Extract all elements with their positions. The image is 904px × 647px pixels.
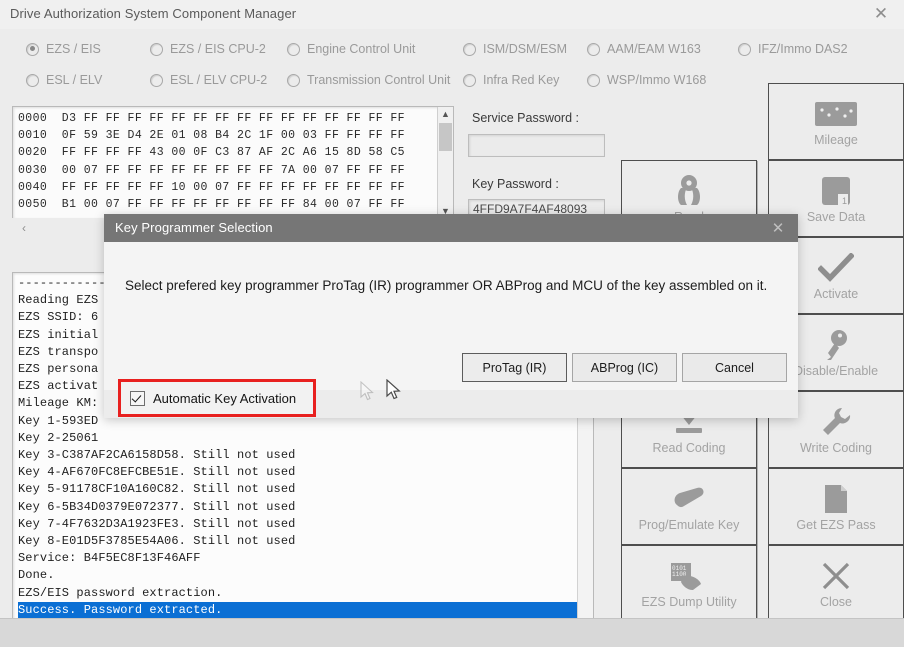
button-label: Mileage xyxy=(814,132,858,147)
log-highlighted-line: Success. Password extracted. xyxy=(18,601,586,620)
button-label: Disable/Enable xyxy=(793,363,879,378)
svg-text:1: 1 xyxy=(842,196,847,206)
scrollbar-thumb[interactable] xyxy=(439,123,452,151)
wrench-icon xyxy=(818,405,854,439)
car-key-icon xyxy=(670,482,708,516)
radio-transmission-control-unit[interactable]: Transmission Control Unit xyxy=(287,73,450,87)
floppy-disk-icon: 1 xyxy=(820,174,852,208)
checkbox-label: Automatic Key Activation xyxy=(153,390,297,406)
close-icon[interactable]: ✕ xyxy=(766,217,790,239)
key-password-label: Key Password : xyxy=(472,177,559,191)
hex-vertical-scrollbar[interactable]: ▲ ▼ xyxy=(437,107,453,218)
hex-dump-lines: 0000 D3 FF FF FF FF FF FF FF FF FF FF FF… xyxy=(18,112,405,212)
radio-engine-control-unit[interactable]: Engine Control Unit xyxy=(287,42,415,56)
service-password-label: Service Password : xyxy=(472,111,579,125)
radio-indicator xyxy=(150,42,163,56)
page-title: Drive Authorization System Component Man… xyxy=(10,6,297,21)
mouse-cursor-ghost xyxy=(360,380,374,406)
radio-esl-elv-cpu2[interactable]: ESL / ELV CPU-2 xyxy=(150,73,267,87)
radio-label: EZS / EIS CPU-2 xyxy=(170,42,266,56)
cancel-button[interactable]: Cancel xyxy=(682,353,787,382)
radio-indicator xyxy=(287,42,300,56)
automatic-key-activation-checkbox[interactable]: Automatic Key Activation xyxy=(118,379,316,417)
checkbox-indicator[interactable] xyxy=(130,390,145,406)
document-icon xyxy=(823,482,849,516)
button-label: Prog/Emulate Key xyxy=(638,517,740,532)
service-password-input[interactable] xyxy=(468,134,605,157)
button-label: Get EZS Pass xyxy=(796,517,876,532)
button-label: Activate xyxy=(813,286,859,301)
radio-indicator xyxy=(26,73,39,87)
radio-label: ESL / ELV CPU-2 xyxy=(170,73,268,87)
radio-infra-red-key[interactable]: Infra Red Key xyxy=(463,73,559,87)
button-label: Close xyxy=(820,594,852,609)
radio-esl-elv[interactable]: ESL / ELV xyxy=(26,73,102,87)
button-label: Write Coding xyxy=(799,440,873,455)
radio-ifz-immo-das2[interactable]: IFZ/Immo DAS2 xyxy=(738,42,848,56)
radio-indicator xyxy=(287,73,300,87)
checkmark-icon xyxy=(818,251,854,285)
chevron-left-icon[interactable]: ‹ xyxy=(16,220,32,236)
radio-indicator xyxy=(463,42,476,56)
dialog-body: Select prefered key programmer ProTag (I… xyxy=(104,242,798,390)
button-mileage[interactable]: Mileage xyxy=(768,83,904,160)
odometer-icon xyxy=(814,97,858,131)
key-icon xyxy=(819,328,853,362)
radio-label: AAM/EAM W163 xyxy=(607,42,701,56)
protag-ir-button[interactable]: ProTag (IR) xyxy=(462,353,567,382)
abprog-ic-button[interactable]: ABProg (IC) xyxy=(572,353,677,382)
radio-ezs-eis-cpu2[interactable]: EZS / EIS CPU-2 xyxy=(150,42,266,56)
radio-label: ISM/DSM/ESM xyxy=(483,42,568,56)
mouse-cursor xyxy=(386,378,401,405)
close-icon[interactable]: ✕ xyxy=(858,0,904,28)
radio-label: EZS / EIS xyxy=(46,42,101,56)
radio-label: Transmission Control Unit xyxy=(307,73,451,87)
radio-label: Infra Red Key xyxy=(483,73,560,87)
button-get-ezs-pass[interactable]: Get EZS Pass xyxy=(768,468,904,545)
window-status-bar xyxy=(0,618,904,647)
radio-ism-dsm-esm[interactable]: ISM/DSM/ESM xyxy=(463,42,567,56)
button-label: Read Coding xyxy=(652,440,726,455)
radio-indicator xyxy=(463,73,476,87)
radio-label: IFZ/Immo DAS2 xyxy=(758,42,848,56)
radio-indicator xyxy=(587,73,600,87)
radio-indicator xyxy=(26,42,39,56)
binary-hand-icon: 0101 1100 xyxy=(669,559,709,593)
radio-label: Engine Control Unit xyxy=(307,42,416,56)
dialog-message: Select prefered key programmer ProTag (I… xyxy=(125,278,768,293)
radio-indicator xyxy=(738,42,751,56)
radio-wsp-immo-w168[interactable]: WSP/Immo W168 xyxy=(587,73,706,87)
hex-dump-view[interactable]: 0000 D3 FF FF FF FF FF FF FF FF FF FF FF… xyxy=(12,106,454,219)
radio-indicator xyxy=(150,73,163,87)
x-mark-icon xyxy=(820,559,852,593)
button-label: Save Data xyxy=(806,209,866,224)
button-ezs-dump-utility[interactable]: 0101 1100 EZS Dump Utility xyxy=(621,545,757,622)
button-prog-emulate-key[interactable]: Prog/Emulate Key xyxy=(621,468,757,545)
chevron-up-icon[interactable]: ▲ xyxy=(438,107,453,121)
button-label: EZS Dump Utility xyxy=(641,594,737,609)
radio-label: WSP/Immo W168 xyxy=(607,73,707,87)
radio-aam-eam-w163[interactable]: AAM/EAM W163 xyxy=(587,42,701,56)
radio-indicator xyxy=(587,42,600,56)
app-root: Drive Authorization System Component Man… xyxy=(0,0,904,647)
radio-ezs-eis[interactable]: EZS / EIS xyxy=(26,42,101,56)
radio-label: ESL / ELV xyxy=(46,73,103,87)
dialog-title: Key Programmer Selection xyxy=(115,220,273,235)
window-titlebar: Drive Authorization System Component Man… xyxy=(0,0,904,30)
gears-icon xyxy=(669,174,709,208)
button-close[interactable]: Close xyxy=(768,545,904,622)
dialog-titlebar: Key Programmer Selection ✕ xyxy=(104,214,798,242)
